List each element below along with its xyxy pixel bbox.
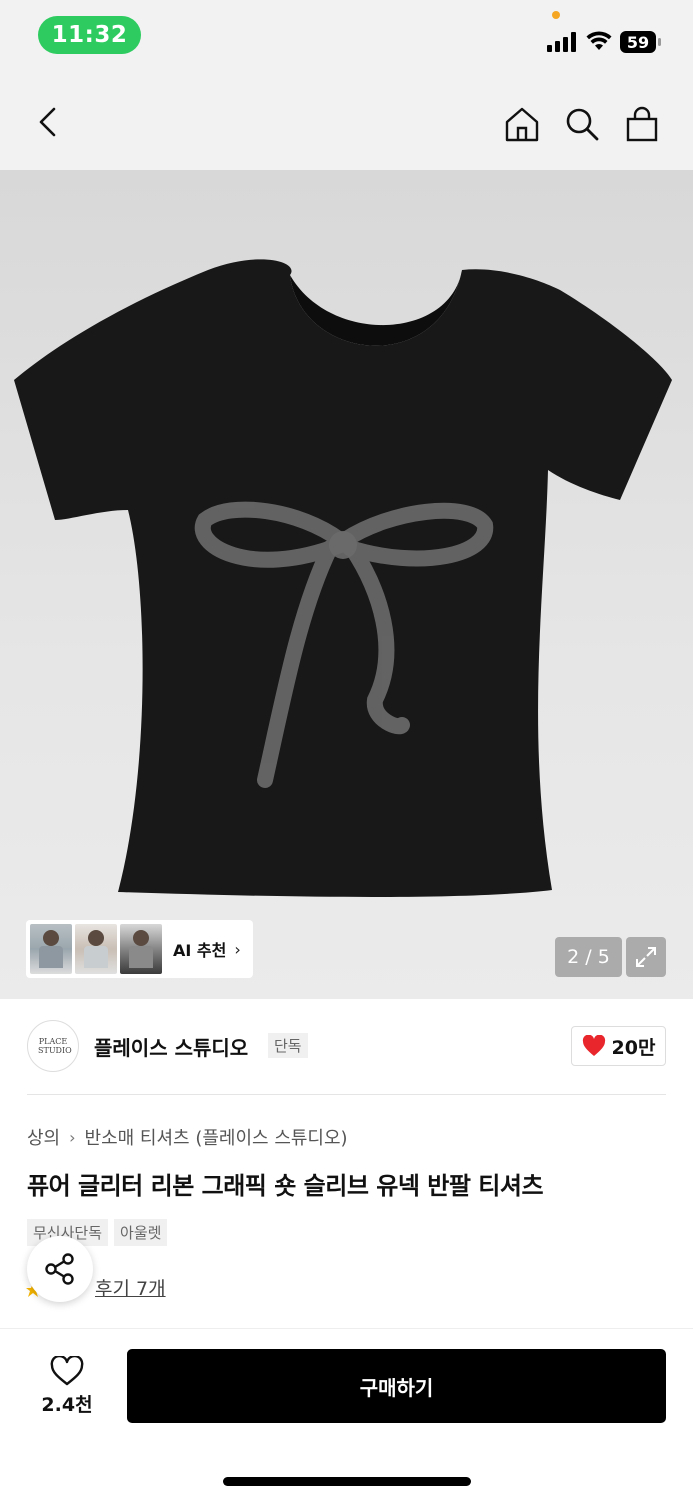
brand-row: PLACE STUDIO 플레이스 스튜디오 단독 20만 <box>0 999 693 1095</box>
status-bar: 11:32 59 <box>0 0 693 72</box>
expand-icon <box>636 947 656 967</box>
ai-thumbnail-2 <box>75 924 117 974</box>
wishlist-count: 2.4천 <box>41 1393 93 1416</box>
product-image-carousel[interactable]: AI 추천 › 2 / 5 <box>0 170 693 999</box>
ai-recommend-button[interactable]: AI 추천 › <box>26 920 253 978</box>
product-tag: 아울렛 <box>114 1219 168 1246</box>
heart-icon <box>582 1035 605 1056</box>
breadcrumb-category[interactable]: 상의 <box>27 1124 60 1150</box>
image-page-indicator: 2 / 5 <box>555 937 622 977</box>
brand-like-count: 20만 <box>611 1036 656 1059</box>
cellular-signal-icon <box>547 32 576 52</box>
ai-recommend-label: AI 추천 <box>173 941 227 960</box>
back-icon <box>39 107 56 137</box>
search-icon <box>566 108 599 141</box>
share-icon <box>45 1253 74 1285</box>
battery-level: 59 <box>626 32 650 52</box>
shopping-bag-icon <box>626 106 658 142</box>
brand-logo[interactable]: PLACE STUDIO <box>27 1020 79 1072</box>
battery-indicator: 59 <box>620 31 662 53</box>
chevron-right-icon: › <box>69 1127 76 1147</box>
back-button[interactable] <box>26 100 70 144</box>
brand-logo-text: PLACE STUDIO <box>38 1037 72 1055</box>
product-title: 퓨어 글리터 리본 그래픽 숏 슬리브 유넥 반팔 티셔츠 <box>27 1172 544 1200</box>
breadcrumb: 상의 › 반소매 티셔츠 (플레이스 스튜디오) <box>27 1124 348 1150</box>
expand-image-button[interactable] <box>626 937 666 977</box>
buy-button[interactable]: 구매하기 <box>127 1349 666 1423</box>
home-button[interactable] <box>500 102 544 146</box>
search-button[interactable] <box>560 102 604 146</box>
wifi-icon <box>586 31 612 50</box>
privacy-indicator-dot <box>552 11 560 19</box>
divider <box>27 1094 666 1095</box>
ai-thumbnail-1 <box>30 924 72 974</box>
home-indicator[interactable] <box>223 1477 471 1486</box>
review-count-link[interactable]: 후기 7개 <box>95 1274 166 1301</box>
top-nav-bar <box>0 72 693 170</box>
status-time: 11:32 <box>38 16 141 54</box>
wishlist-button[interactable]: 2.4천 <box>27 1350 107 1422</box>
chevron-right-icon: › <box>234 939 241 959</box>
brand-like-button[interactable]: 20만 <box>571 1026 666 1066</box>
home-icon <box>505 107 539 142</box>
divider <box>0 1328 693 1329</box>
ai-thumbnail-3 <box>120 924 162 974</box>
heart-outline-icon <box>50 1355 84 1385</box>
product-image-black-tshirt <box>14 259 672 897</box>
breadcrumb-subcategory[interactable]: 반소매 티셔츠 (플레이스 스튜디오) <box>85 1124 348 1150</box>
share-button[interactable] <box>27 1236 93 1302</box>
cart-button[interactable] <box>620 102 664 146</box>
brand-exclusive-badge: 단독 <box>268 1033 308 1058</box>
brand-name[interactable]: 플레이스 스튜디오 <box>94 1032 248 1061</box>
